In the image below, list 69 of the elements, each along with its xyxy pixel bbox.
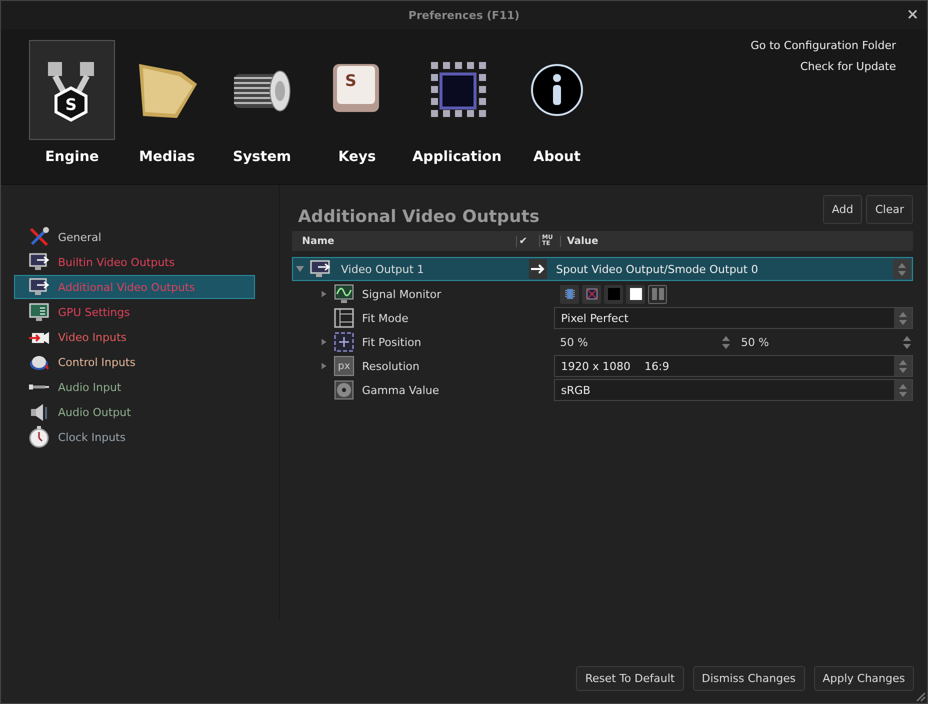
expander-icon[interactable] <box>320 361 328 371</box>
spinner-arrows-icon <box>897 382 909 398</box>
expander-icon[interactable] <box>320 337 328 347</box>
speaker-icon <box>28 401 50 423</box>
tools-icon <box>28 226 50 248</box>
audio-jack-icon <box>28 383 50 391</box>
pause-icon <box>650 287 664 301</box>
number-field[interactable]: 50 % <box>554 334 732 350</box>
signal-button[interactable] <box>626 284 645 304</box>
footer-button[interactable]: Apply Changes <box>814 666 914 690</box>
crossed-square-icon <box>584 287 598 301</box>
sidebar-item[interactable]: General <box>14 225 255 249</box>
tree-row[interactable]: Video Output 1 Spout Video Output/Smode Output 0 <box>292 257 913 281</box>
number-field[interactable]: 50 % <box>735 334 913 350</box>
property-label: Fit Mode <box>362 312 408 324</box>
monitor-icon <box>28 276 50 298</box>
header-link[interactable]: Check for Update <box>800 60 896 73</box>
monitor-icon <box>28 251 50 273</box>
panel-button[interactable]: Add <box>822 195 862 224</box>
spinner-arrows-icon <box>720 334 732 350</box>
blank-square-icon <box>628 287 642 301</box>
column-header: ✔ <box>516 236 539 246</box>
property-label: Fit Position <box>362 336 422 348</box>
category-tab[interactable]: S Keys <box>309 39 405 184</box>
section-title: Additional Video Outputs <box>298 207 540 227</box>
spinner-arrows-icon <box>896 262 908 276</box>
layout-icon <box>334 308 354 328</box>
value-dropdown[interactable]: Pixel Perfect <box>554 307 913 329</box>
category-tab[interactable]: System <box>214 39 310 184</box>
disc-icon <box>334 380 354 400</box>
px-icon: px <box>334 356 354 376</box>
crosshair-icon <box>334 332 354 352</box>
sidebar-item[interactable]: Audio Input <box>14 375 255 399</box>
spinner-arrows-icon <box>901 334 913 350</box>
expander-icon[interactable] <box>320 289 328 299</box>
column-header: Name <box>301 236 336 246</box>
value-field[interactable]: 1920 x 1080 16:9 <box>554 355 913 377</box>
spinner-arrows-icon <box>897 358 909 374</box>
category-tab[interactable]: About <box>509 39 605 184</box>
property-label: Signal Monitor <box>362 288 442 300</box>
footer-button[interactable]: Dismiss Changes <box>692 666 805 690</box>
window-title: Preferences (F11) <box>408 8 520 22</box>
sidebar-item[interactable]: Audio Output <box>14 400 255 424</box>
solid-square-icon <box>606 287 620 301</box>
sidebar-item[interactable]: Builtin Video Outputs <box>14 250 255 274</box>
sidebar-item[interactable]: Clock Inputs <box>14 425 255 449</box>
close-button[interactable]: × <box>904 5 921 23</box>
footer-button[interactable]: Reset To Default <box>576 666 684 690</box>
arrow-button[interactable] <box>529 259 547 279</box>
sidebar-item[interactable]: GPU Settings <box>14 300 255 324</box>
column-header: Value <box>560 236 598 246</box>
stopwatch-icon <box>28 426 50 448</box>
category-tab[interactable]: Medias <box>119 39 215 184</box>
waveform-monitor-icon <box>334 284 354 304</box>
header-link[interactable]: Go to Configuration Folder <box>750 39 896 52</box>
film-icon <box>562 287 576 301</box>
expander-icon <box>295 264 305 274</box>
signal-button[interactable] <box>560 284 579 304</box>
resize-grip-icon <box>914 690 926 702</box>
sidebar-item[interactable]: Video Inputs <box>14 325 255 349</box>
monitor-icon <box>28 301 50 323</box>
panel-button[interactable]: Clear <box>866 195 913 224</box>
property-label: Gamma Value <box>362 384 440 396</box>
property-label: Resolution <box>362 360 420 372</box>
sidebar-item[interactable]: Control Inputs <box>14 350 255 374</box>
spinner-arrows-icon <box>897 310 909 326</box>
value-dropdown[interactable]: sRGB <box>554 379 913 401</box>
right-arrow-icon <box>530 263 546 275</box>
category-tab[interactable]: Application <box>404 39 510 184</box>
